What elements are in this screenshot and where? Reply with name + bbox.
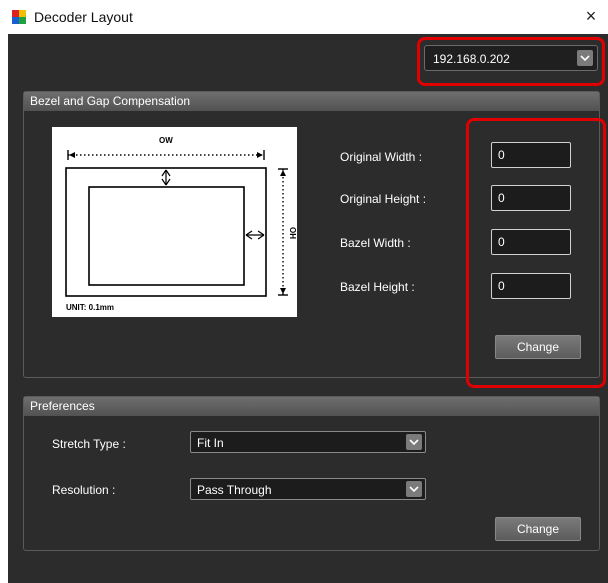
stretch-type-select[interactable]: Fit In <box>190 431 426 453</box>
preferences-group-title: Preferences <box>24 397 599 416</box>
stretch-type-value: Fit In <box>197 436 224 450</box>
ow-label: OW <box>159 136 173 145</box>
unit-label: UNIT: 0.1mm <box>66 303 114 312</box>
stretch-type-label: Stretch Type : <box>52 437 126 451</box>
bezel-height-input[interactable]: 0 <box>491 273 571 299</box>
resolution-select[interactable]: Pass Through <box>190 478 426 500</box>
bezel-width-input[interactable]: 0 <box>491 229 571 255</box>
close-button[interactable]: × <box>580 5 602 27</box>
title-bar: Decoder Layout × <box>0 0 608 34</box>
resolution-label: Resolution : <box>52 483 116 497</box>
device-select-value: 192.168.0.202 <box>433 52 510 66</box>
window-title: Decoder Layout <box>34 9 133 25</box>
bezel-diagram: OW OH UNIT: 0.1mm <box>52 127 297 317</box>
original-width-input[interactable]: 0 <box>491 142 571 168</box>
chevron-down-icon[interactable] <box>406 434 422 450</box>
chevron-down-icon[interactable] <box>577 50 593 66</box>
app-icon <box>12 10 26 24</box>
original-width-label: Original Width : <box>340 150 423 164</box>
original-height-input[interactable]: 0 <box>491 185 571 211</box>
bezel-gap-group-title: Bezel and Gap Compensation <box>24 92 599 111</box>
oh-label: OH <box>288 227 297 239</box>
original-height-label: Original Height : <box>340 192 427 206</box>
resolution-value: Pass Through <box>197 483 272 497</box>
bezel-change-button[interactable]: Change <box>495 335 581 359</box>
preferences-change-button[interactable]: Change <box>495 517 581 541</box>
bezel-width-label: Bazel Width : <box>340 236 411 250</box>
chevron-down-icon[interactable] <box>406 481 422 497</box>
device-select[interactable]: 192.168.0.202 <box>424 45 598 71</box>
bezel-height-label: Bazel Height : <box>340 280 415 294</box>
